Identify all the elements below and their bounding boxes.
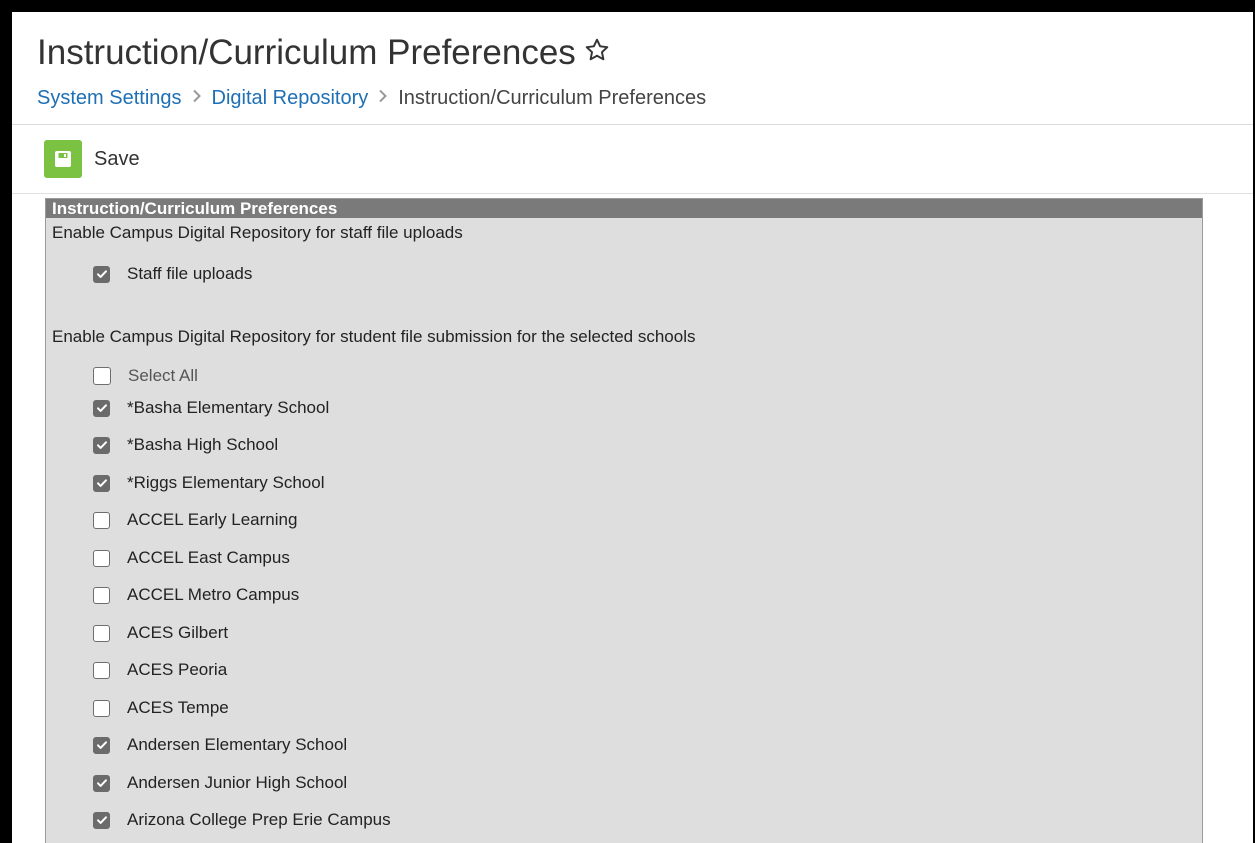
- star-icon[interactable]: [584, 32, 610, 72]
- breadcrumb-digital-repository[interactable]: Digital Repository: [212, 87, 369, 109]
- checkmark-icon: [96, 270, 107, 278]
- checkbox[interactable]: [93, 811, 110, 829]
- school-item[interactable]: ACCEL Early Learning: [93, 507, 297, 533]
- staff-section-label: Enable Campus Digital Repository for sta…: [52, 223, 463, 242]
- toolbar: Save: [12, 125, 1253, 193]
- checkbox[interactable]: [93, 265, 110, 283]
- breadcrumb: System Settings Digital Repository Instruc…: [37, 87, 706, 110]
- school-item[interactable]: ACES Peoria: [93, 657, 227, 683]
- select-all-label: Select All: [128, 366, 198, 385]
- checkbox-label: Staff file uploads: [127, 264, 253, 283]
- checkbox[interactable]: [93, 399, 110, 417]
- school-item[interactable]: ACCEL East Campus: [93, 545, 290, 571]
- school-item[interactable]: Arizona College Prep Erie Campus: [93, 807, 391, 833]
- page-title-text: Instruction/Curriculum Preferences: [37, 33, 576, 72]
- app-window: Instruction/Curriculum Preferences Syste…: [12, 12, 1253, 843]
- school-label: ACCEL East Campus: [127, 548, 290, 567]
- school-item[interactable]: ACCEL Metro Campus: [93, 582, 299, 608]
- school-item[interactable]: Andersen Elementary School: [93, 732, 347, 758]
- checkmark-icon: [96, 779, 107, 787]
- school-item[interactable]: Andersen Junior High School: [93, 770, 347, 796]
- breadcrumb-system-settings[interactable]: System Settings: [37, 87, 182, 109]
- school-label: ACES Tempe: [127, 698, 229, 717]
- preferences-panel: Instruction/Curriculum Preferences Enabl…: [45, 198, 1203, 843]
- checkbox[interactable]: [93, 699, 110, 717]
- school-label: Andersen Elementary School: [127, 735, 348, 754]
- checkmark-icon: [96, 816, 107, 824]
- checkbox[interactable]: [93, 624, 110, 642]
- school-label: ACES Gilbert: [127, 623, 229, 642]
- checkbox[interactable]: [93, 661, 110, 679]
- checkmark-icon: [96, 404, 107, 412]
- checkbox[interactable]: [93, 511, 110, 529]
- select-all-option[interactable]: Select All: [93, 363, 198, 389]
- checkmark-icon: [96, 441, 107, 449]
- toolbar-divider: [12, 193, 1253, 194]
- checkbox[interactable]: [93, 549, 110, 567]
- checkbox[interactable]: [93, 474, 110, 492]
- save-button[interactable]: Save: [44, 135, 140, 183]
- checkbox[interactable]: [93, 586, 110, 604]
- school-label: ACCEL Early Learning: [127, 510, 298, 529]
- school-item[interactable]: *Basha Elementary School: [93, 395, 329, 421]
- school-label: ACCEL Metro Campus: [127, 585, 300, 604]
- checkbox[interactable]: [93, 774, 110, 792]
- school-label: *Riggs Elementary School: [127, 473, 325, 492]
- breadcrumb-current: Instruction/Curriculum Preferences: [398, 87, 707, 109]
- student-section-label: Enable Campus Digital Repository for stu…: [52, 327, 696, 346]
- school-label: ACES Peoria: [127, 660, 228, 679]
- school-label: *Basha Elementary School: [127, 398, 330, 417]
- school-label: Andersen Junior High School: [127, 773, 348, 792]
- school-label: Arizona College Prep Erie Campus: [127, 810, 391, 829]
- checkmark-icon: [96, 479, 107, 487]
- school-item[interactable]: ACES Tempe: [93, 695, 229, 721]
- school-item[interactable]: *Riggs Elementary School: [93, 470, 324, 496]
- checkbox[interactable]: [93, 367, 111, 385]
- checkmark-icon: [96, 741, 107, 749]
- panel-header: Instruction/Curriculum Preferences: [46, 199, 1202, 218]
- chevron-right-icon: [192, 86, 202, 109]
- school-item[interactable]: *Basha High School: [93, 432, 278, 458]
- checkbox[interactable]: [93, 736, 110, 754]
- save-icon: [44, 140, 82, 178]
- checkbox[interactable]: [93, 436, 110, 454]
- staff-file-uploads-option[interactable]: Staff file uploads: [93, 261, 252, 287]
- save-label: Save: [94, 147, 140, 170]
- school-item[interactable]: ACES Gilbert: [93, 620, 228, 646]
- school-label: *Basha High School: [127, 435, 279, 454]
- chevron-right-icon: [378, 86, 388, 109]
- page-title: Instruction/Curriculum Preferences: [37, 33, 610, 73]
